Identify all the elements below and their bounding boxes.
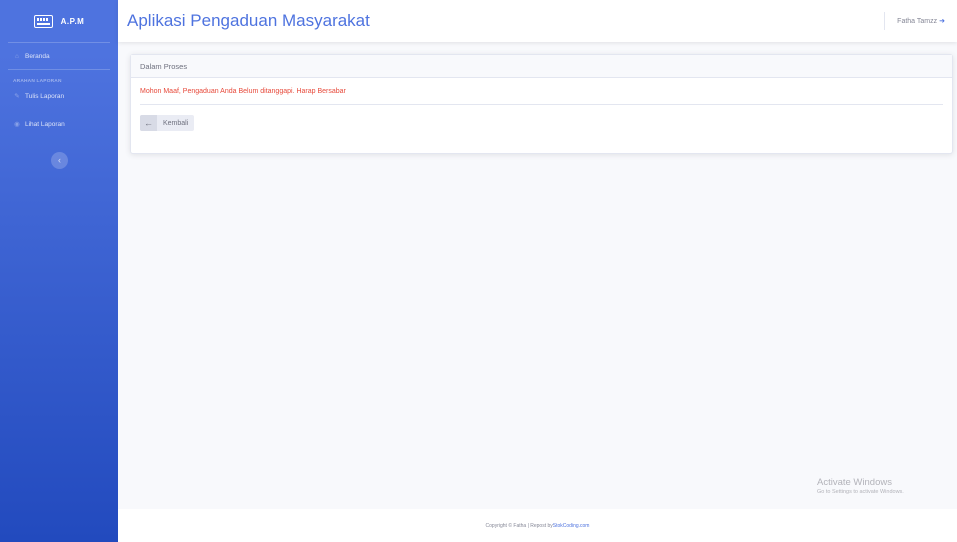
edit-icon: ✎ — [14, 93, 20, 100]
card-header: Dalam Proses — [131, 55, 952, 78]
page-title: Aplikasi Pengaduan Masyarakat — [127, 11, 370, 30]
arrow-left-icon: ← — [140, 115, 157, 131]
footer: Copyright © Fatha | Repost by StokCoding… — [118, 509, 957, 542]
sidebar-item-tulis-laporan[interactable]: ✎ Tulis Laporan — [0, 86, 118, 106]
sidebar-divider — [8, 69, 110, 70]
user-menu[interactable]: Fatha Tamzz ➜ — [897, 0, 945, 42]
activate-windows-watermark: Activate Windows Go to Settings to activ… — [817, 477, 904, 495]
status-message: Mohon Maaf, Pengaduan Anda Belum ditangg… — [140, 88, 346, 95]
sidebar-item-label: Lihat Laporan — [25, 120, 65, 128]
status-card: Dalam Proses Mohon Maaf, Pengaduan Anda … — [130, 54, 953, 154]
home-icon: ⌂ — [15, 52, 19, 60]
watermark-subtitle: Go to Settings to activate Windows. — [817, 489, 904, 495]
sidebar-heading: ARAHAN LAPORAN — [13, 79, 62, 84]
sidebar-item-label: Tulis Laporan — [25, 92, 65, 100]
topbar-divider — [884, 12, 885, 30]
sidebar-item-beranda[interactable]: ⌂ Beranda — [0, 43, 118, 69]
sidebar: A.P.M ⌂ Beranda ARAHAN LAPORAN ✎ Tulis L… — [0, 0, 118, 542]
user-name: Fatha Tamzz — [897, 17, 938, 25]
footer-copyright: Copyright © Fatha | Repost by — [485, 522, 553, 529]
brand-name: A.P.M — [60, 16, 85, 26]
card-body: Mohon Maaf, Pengaduan Anda Belum ditangg… — [131, 78, 952, 131]
back-button[interactable]: ← Kembali — [140, 115, 195, 131]
sidebar-item-label: Beranda — [25, 52, 50, 60]
sidebar-toggle-button[interactable]: ‹ — [51, 152, 68, 169]
card-divider — [140, 104, 943, 105]
back-button-label: Kembali — [163, 119, 189, 127]
keyboard-icon — [33, 14, 53, 28]
topbar: Aplikasi Pengaduan Masyarakat Fatha Tamz… — [118, 0, 957, 42]
chevron-left-icon: ‹ — [58, 155, 61, 165]
sidebar-brand[interactable]: A.P.M — [0, 0, 118, 42]
eye-icon: ◉ — [14, 121, 20, 128]
watermark-title: Activate Windows — [817, 477, 892, 488]
sign-out-icon[interactable]: ➜ — [939, 17, 945, 25]
sidebar-item-lihat-laporan[interactable]: ◉ Lihat Laporan — [0, 114, 118, 134]
footer-link[interactable]: StokCoding.com — [553, 523, 590, 529]
